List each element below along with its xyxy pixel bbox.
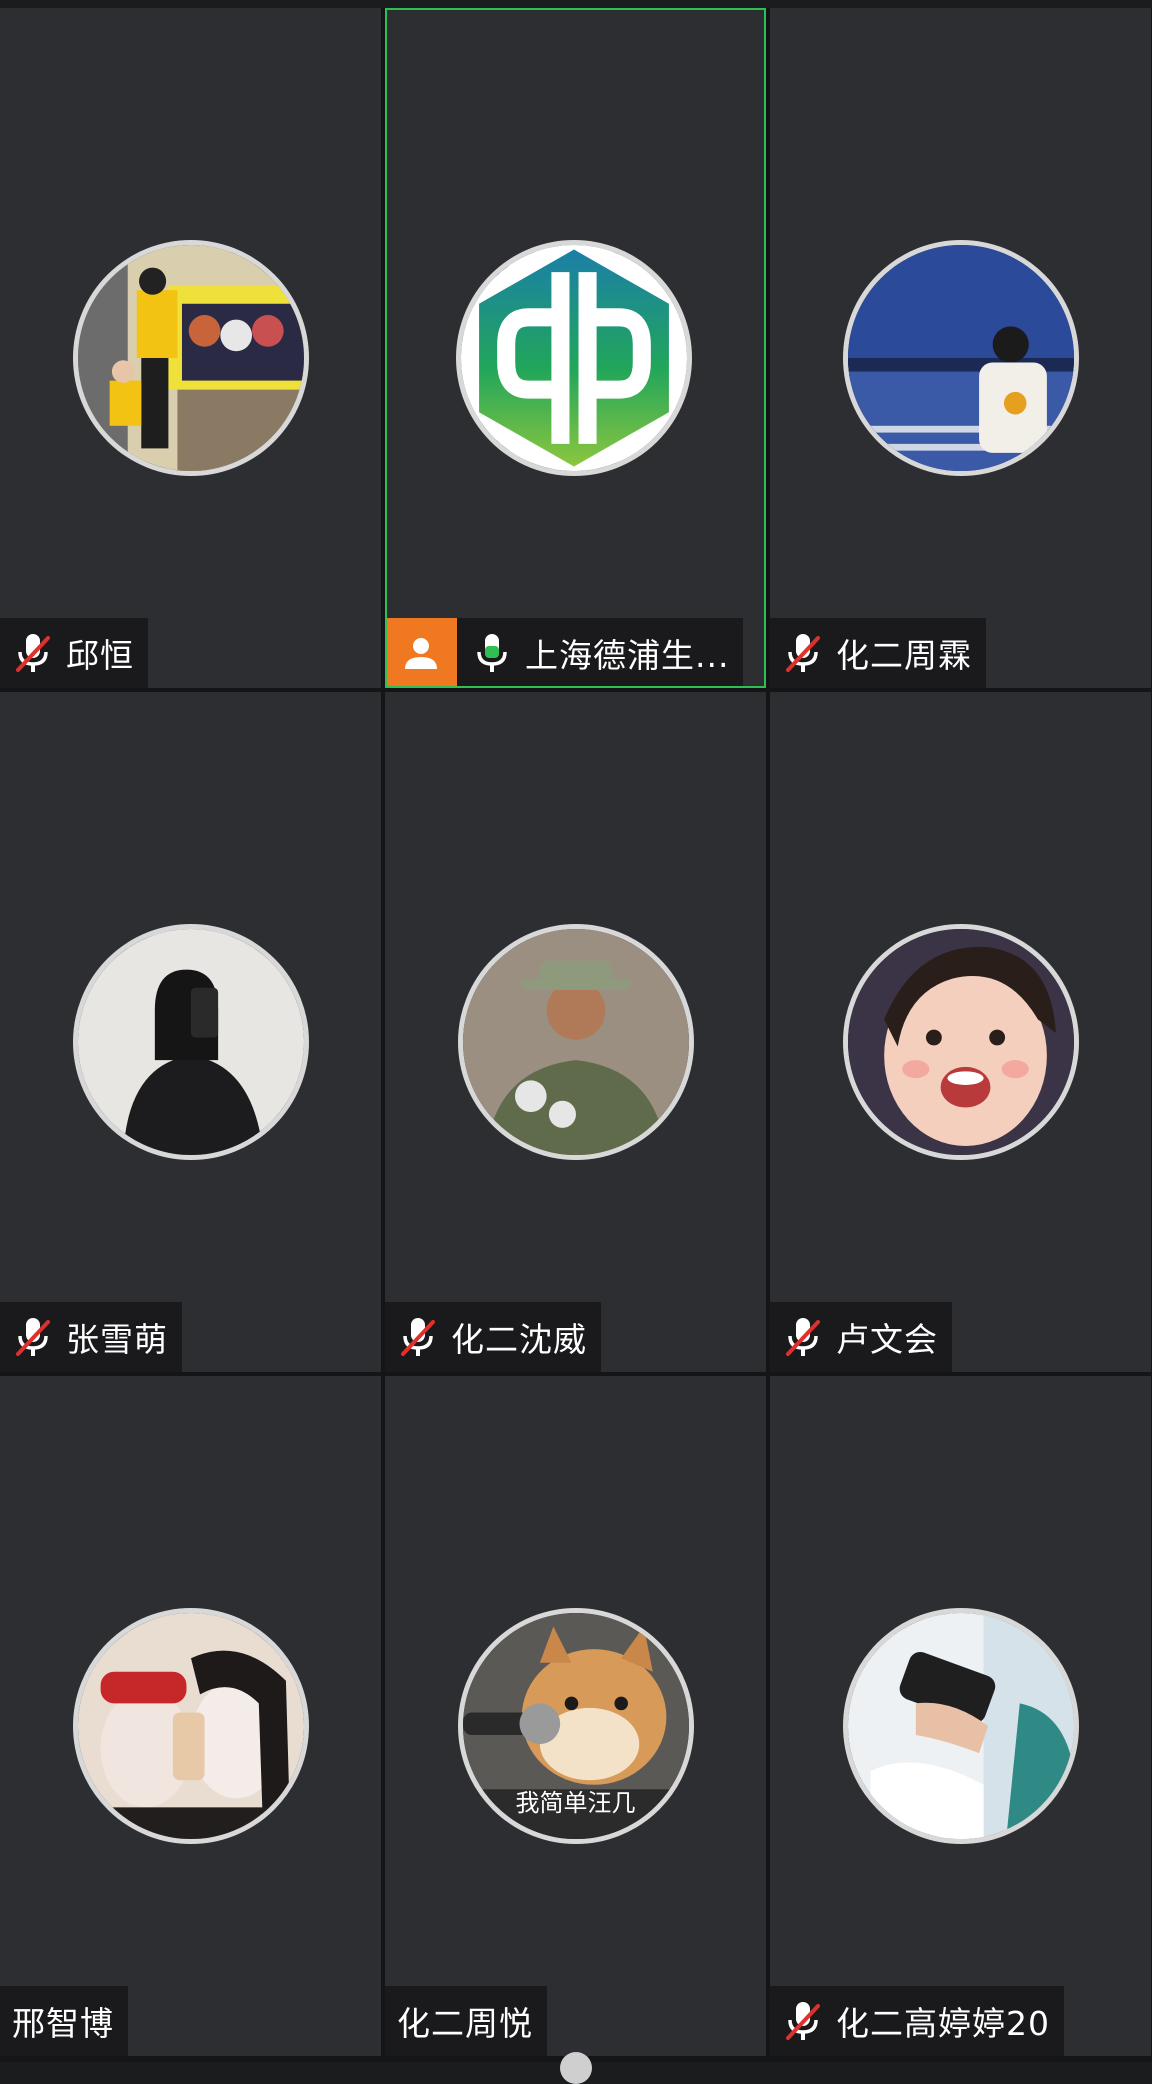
avatar — [72, 924, 309, 1160]
participant-label: 卢文会 — [770, 1302, 952, 1372]
participant-label: 邱恒 — [0, 618, 148, 688]
participant-name: 上海德浦生... — [525, 636, 730, 675]
participant-tile[interactable]: 张雪萌 — [0, 692, 381, 1372]
home-indicator[interactable] — [560, 2052, 592, 2084]
participant-name: 卢文会 — [836, 1320, 938, 1359]
mic-muted-icon — [401, 1318, 435, 1356]
mic-muted-icon — [786, 2002, 820, 2040]
participant-name: 化二高婷婷20 — [836, 2004, 1050, 2043]
participant-tile-active-speaker[interactable]: 上海德浦生... — [385, 8, 766, 688]
participant-name: 邱恒 — [66, 636, 134, 675]
avatar — [842, 1608, 1079, 1844]
participant-tile[interactable]: 邢智博 — [0, 1376, 381, 2056]
participant-name: 化二沈威 — [451, 1320, 587, 1359]
avatar — [72, 240, 309, 476]
mic-muted-icon — [786, 634, 820, 672]
mic-active-icon — [477, 634, 507, 672]
meme-caption: 我简单汪几 — [515, 1789, 636, 1817]
mic-muted-icon — [16, 1318, 50, 1356]
participant-label: 化二周悦 — [385, 1986, 547, 2056]
participant-tile[interactable]: 化二沈威 — [385, 692, 766, 1372]
avatar — [842, 924, 1079, 1160]
avatar — [72, 1608, 309, 1844]
participant-name: 化二周霖 — [836, 636, 972, 675]
participant-tile[interactable]: 邱恒 — [0, 8, 381, 688]
person-icon — [405, 638, 437, 669]
participant-name: 化二周悦 — [397, 2004, 533, 2043]
mic-muted-icon — [16, 634, 50, 672]
mic-muted-icon — [786, 1318, 820, 1356]
participant-label: 上海德浦生... — [387, 618, 744, 686]
avatar — [455, 240, 692, 476]
participant-label: 化二高婷婷20 — [770, 1986, 1064, 2056]
host-badge — [387, 618, 457, 686]
participant-tile[interactable]: 我简单汪几 化二周悦 — [385, 1376, 766, 2056]
participant-label: 张雪萌 — [0, 1302, 182, 1372]
participant-tile[interactable]: 化二高婷婷20 — [770, 1376, 1151, 2056]
avatar — [457, 924, 694, 1160]
participant-label: 邢智博 — [0, 1986, 128, 2056]
avatar: 我简单汪几 — [457, 1608, 694, 1844]
participant-name: 邢智博 — [12, 2004, 114, 2043]
participant-label: 化二周霖 — [770, 618, 986, 688]
participant-grid: 邱恒 上海德浦生... 化二周霖 张雪萌 化二沈威 卢文会 邢智博 我简单汪几 … — [0, 8, 1152, 2062]
participant-tile[interactable]: 化二周霖 — [770, 8, 1151, 688]
participant-tile[interactable]: 卢文会 — [770, 692, 1151, 1372]
participant-label: 化二沈威 — [385, 1302, 601, 1372]
participant-name: 张雪萌 — [66, 1320, 168, 1359]
avatar — [842, 240, 1079, 476]
